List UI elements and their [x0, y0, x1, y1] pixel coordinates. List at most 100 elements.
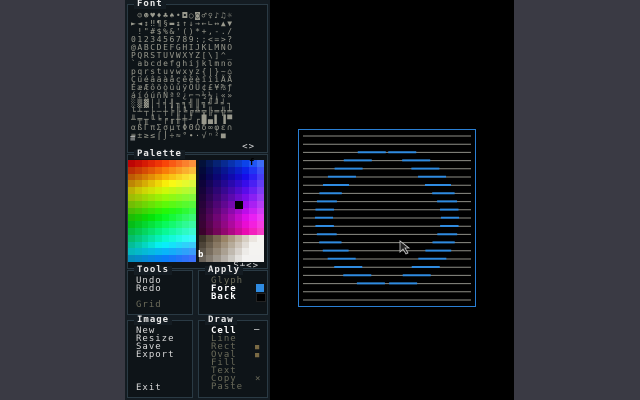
palette-cell[interactable]	[155, 248, 162, 256]
palette-cell[interactable]	[134, 221, 142, 228]
palette-cell[interactable]	[134, 200, 142, 208]
palette-cell[interactable]	[213, 221, 221, 228]
palette-cell[interactable]	[249, 207, 257, 215]
palette-cell[interactable]	[141, 194, 149, 201]
palette-cell[interactable]	[168, 180, 176, 188]
palette-cell[interactable]	[256, 166, 264, 174]
palette-cell[interactable]	[134, 173, 142, 181]
palette-cell[interactable]	[155, 180, 162, 188]
palette-cell[interactable]	[189, 187, 196, 194]
palette-cell[interactable]	[249, 214, 257, 222]
palette-cell[interactable]	[148, 248, 156, 256]
palette-cell[interactable]	[256, 214, 264, 222]
palette-cell[interactable]	[220, 187, 228, 194]
palette-cell[interactable]	[148, 234, 156, 242]
palette-cell[interactable]	[141, 241, 149, 249]
palette-cell[interactable]	[249, 228, 257, 235]
palette-cell[interactable]	[213, 173, 221, 181]
palette-cell[interactable]	[235, 194, 243, 201]
palette-cell[interactable]	[227, 228, 235, 235]
palette-cell[interactable]	[141, 160, 149, 167]
palette-cell[interactable]	[206, 221, 214, 228]
palette-cell[interactable]	[235, 228, 243, 235]
palette-cell[interactable]	[128, 214, 135, 222]
palette-cell[interactable]	[256, 200, 264, 208]
palette-cell[interactable]	[206, 241, 214, 249]
selected-color-cell[interactable]	[235, 201, 243, 209]
palette-cell[interactable]	[141, 221, 149, 228]
palette-cell[interactable]	[220, 166, 228, 174]
palette-cell[interactable]	[199, 234, 207, 242]
palette-cell[interactable]	[162, 207, 169, 215]
palette-cell[interactable]	[227, 207, 235, 215]
palette-cell[interactable]	[189, 228, 196, 235]
palette-cell[interactable]	[220, 248, 228, 256]
palette-cell[interactable]	[148, 194, 156, 201]
palette-cell[interactable]	[182, 173, 190, 181]
palette-cell[interactable]	[128, 228, 135, 235]
palette-cell[interactable]	[148, 255, 156, 262]
palette-cell[interactable]	[128, 221, 135, 228]
palette-cell[interactable]	[141, 166, 149, 174]
palette-cell[interactable]	[256, 180, 264, 188]
palette-cell[interactable]	[206, 200, 214, 208]
palette-cell[interactable]	[168, 241, 176, 249]
palette-cell[interactable]	[128, 200, 135, 208]
palette-cell[interactable]	[213, 228, 221, 235]
palette-cell[interactable]	[220, 214, 228, 222]
palette-cell[interactable]	[134, 241, 142, 249]
palette-cell[interactable]	[128, 173, 135, 181]
palette-cell[interactable]	[189, 173, 196, 181]
palette-cell[interactable]	[155, 166, 162, 174]
palette-cell[interactable]	[227, 221, 235, 228]
palette-cell[interactable]	[220, 180, 228, 188]
palette-cell[interactable]	[227, 248, 235, 256]
palette-cell[interactable]	[249, 173, 257, 181]
palette-cell[interactable]	[162, 228, 169, 235]
palette-cell[interactable]	[128, 160, 135, 167]
palette-cell[interactable]	[227, 160, 235, 167]
palette-cell[interactable]	[134, 160, 142, 167]
palette-cell[interactable]	[175, 207, 183, 215]
palette-cell[interactable]	[162, 234, 169, 242]
palette-cell[interactable]	[141, 180, 149, 188]
palette-cell[interactable]	[162, 221, 169, 228]
palette-cell[interactable]	[128, 180, 135, 188]
palette-cell[interactable]	[182, 166, 190, 174]
palette-cell[interactable]	[213, 180, 221, 188]
palette-cell[interactable]	[199, 214, 207, 222]
palette-cell[interactable]	[134, 187, 142, 194]
copy-close-icon[interactable]: ×	[255, 375, 261, 384]
palette-cell[interactable]	[206, 248, 214, 256]
palette-cell[interactable]	[206, 194, 214, 201]
palette-cell[interactable]	[199, 207, 207, 215]
palette-cell[interactable]	[213, 194, 221, 201]
palette-cell[interactable]	[148, 180, 156, 188]
palette-cell[interactable]	[213, 200, 221, 208]
palette-cell[interactable]	[256, 194, 264, 201]
palette-cell[interactable]	[249, 200, 257, 208]
palette-cell[interactable]	[128, 248, 135, 256]
palette-cell[interactable]	[199, 187, 207, 194]
palette-cell[interactable]	[168, 234, 176, 242]
palette-cell[interactable]	[235, 166, 243, 174]
palette-cell[interactable]	[175, 221, 183, 228]
palette-cell[interactable]	[155, 187, 162, 194]
apply-back-toggle[interactable]: Back	[211, 293, 237, 302]
palette-cell[interactable]	[175, 248, 183, 256]
palette-cell[interactable]	[242, 187, 250, 194]
palette-cell[interactable]	[134, 248, 142, 256]
palette-cell[interactable]	[235, 180, 243, 188]
fore-color-swatch[interactable]	[256, 284, 264, 292]
palette-cell[interactable]	[256, 207, 264, 215]
palette-cell[interactable]	[213, 241, 221, 249]
palette-cell[interactable]	[162, 255, 169, 262]
exit-button[interactable]: Exit	[136, 384, 162, 393]
palette-cell[interactable]	[220, 160, 228, 167]
export-button[interactable]: Export	[136, 351, 175, 360]
palette-cell[interactable]	[141, 207, 149, 215]
palette-cell[interactable]	[168, 255, 176, 262]
palette-cell[interactable]	[256, 160, 264, 167]
palette-cell[interactable]	[220, 241, 228, 249]
palette-cell[interactable]	[182, 160, 190, 167]
